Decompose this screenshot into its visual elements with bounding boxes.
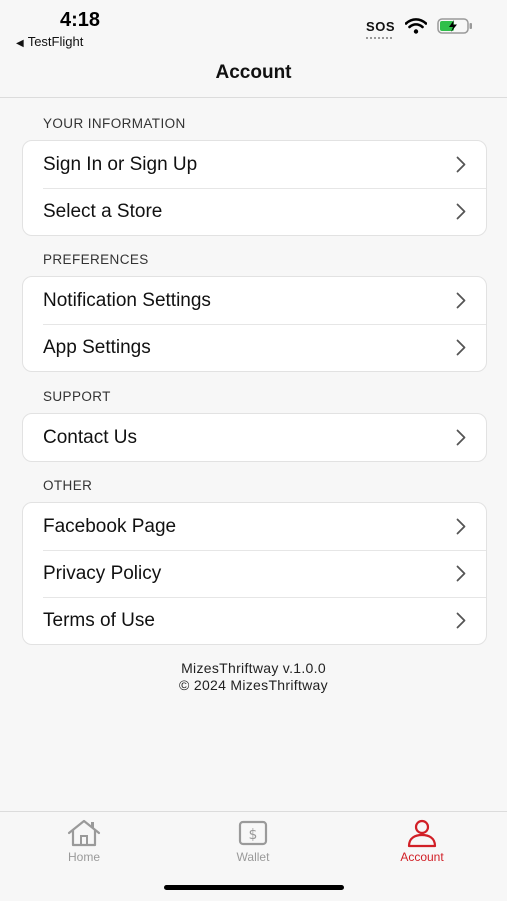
row-label: Terms of Use: [43, 609, 155, 631]
chevron-right-icon: [456, 339, 466, 356]
wifi-icon: [405, 18, 427, 34]
section-header-preferences: PREFERENCES: [43, 252, 149, 267]
row-label: Privacy Policy: [43, 562, 162, 584]
version-label: MizesThriftway v.1.0.0: [181, 660, 326, 676]
row-privacy-policy[interactable]: Privacy Policy: [23, 550, 486, 597]
section-header-support: SUPPORT: [43, 389, 111, 404]
status-indicators: SOS: [366, 18, 473, 39]
carrier-sos: SOS: [366, 19, 395, 39]
home-icon: [67, 819, 101, 847]
svg-text:$: $: [249, 827, 258, 843]
row-sign-in[interactable]: Sign In or Sign Up: [23, 141, 486, 188]
tab-wallet[interactable]: $ Wallet: [193, 818, 313, 864]
section-header-other: OTHER: [43, 478, 93, 493]
card-preferences: Notification Settings App Settings: [22, 276, 487, 372]
nav-divider: [0, 97, 507, 98]
row-select-store[interactable]: Select a Store: [23, 188, 486, 235]
back-to-testflight[interactable]: ◀ TestFlight: [16, 34, 83, 49]
card-your-information: Sign In or Sign Up Select a Store: [22, 140, 487, 236]
chevron-right-icon: [456, 429, 466, 446]
row-app-settings[interactable]: App Settings: [23, 324, 486, 371]
row-label: Facebook Page: [43, 515, 177, 537]
page-title: Account: [215, 62, 292, 83]
row-label: App Settings: [43, 336, 151, 358]
tab-account[interactable]: Account: [362, 818, 482, 864]
chevron-right-icon: [456, 612, 466, 629]
row-terms-of-use[interactable]: Terms of Use: [23, 597, 486, 644]
row-label: Contact Us: [43, 426, 137, 448]
battery-charging-icon: [437, 18, 473, 34]
back-triangle-icon: ◀: [16, 38, 24, 49]
tab-home[interactable]: Home: [24, 818, 144, 864]
row-notification-settings[interactable]: Notification Settings: [23, 277, 486, 324]
status-time: 4:18: [60, 9, 101, 31]
person-icon: [407, 819, 437, 848]
chevron-right-icon: [456, 565, 466, 582]
row-label: Select a Store: [43, 200, 163, 222]
row-label: Sign In or Sign Up: [43, 153, 198, 175]
home-indicator: [164, 885, 344, 890]
chevron-right-icon: [456, 292, 466, 309]
status-bar: 4:18 ◀ TestFlight SOS: [0, 0, 507, 52]
row-facebook-page[interactable]: Facebook Page: [23, 503, 486, 550]
card-support: Contact Us: [22, 413, 487, 462]
card-other: Facebook Page Privacy Policy Terms of Us…: [22, 502, 487, 645]
tab-label: Wallet: [236, 850, 270, 864]
section-header-your-information: YOUR INFORMATION: [43, 116, 186, 131]
app-footer: MizesThriftway v.1.0.0 © 2024 MizesThrif…: [0, 660, 507, 694]
back-app-label: TestFlight: [27, 34, 84, 49]
chevron-right-icon: [456, 518, 466, 535]
row-contact-us[interactable]: Contact Us: [23, 414, 486, 461]
tab-label: Account: [400, 850, 444, 864]
wallet-icon: $: [238, 820, 268, 846]
tab-label: Home: [67, 850, 100, 864]
chevron-right-icon: [456, 203, 466, 220]
chevron-right-icon: [456, 156, 466, 173]
row-label: Notification Settings: [43, 289, 211, 311]
copyright-label: © 2024 MizesThriftway: [179, 677, 328, 693]
